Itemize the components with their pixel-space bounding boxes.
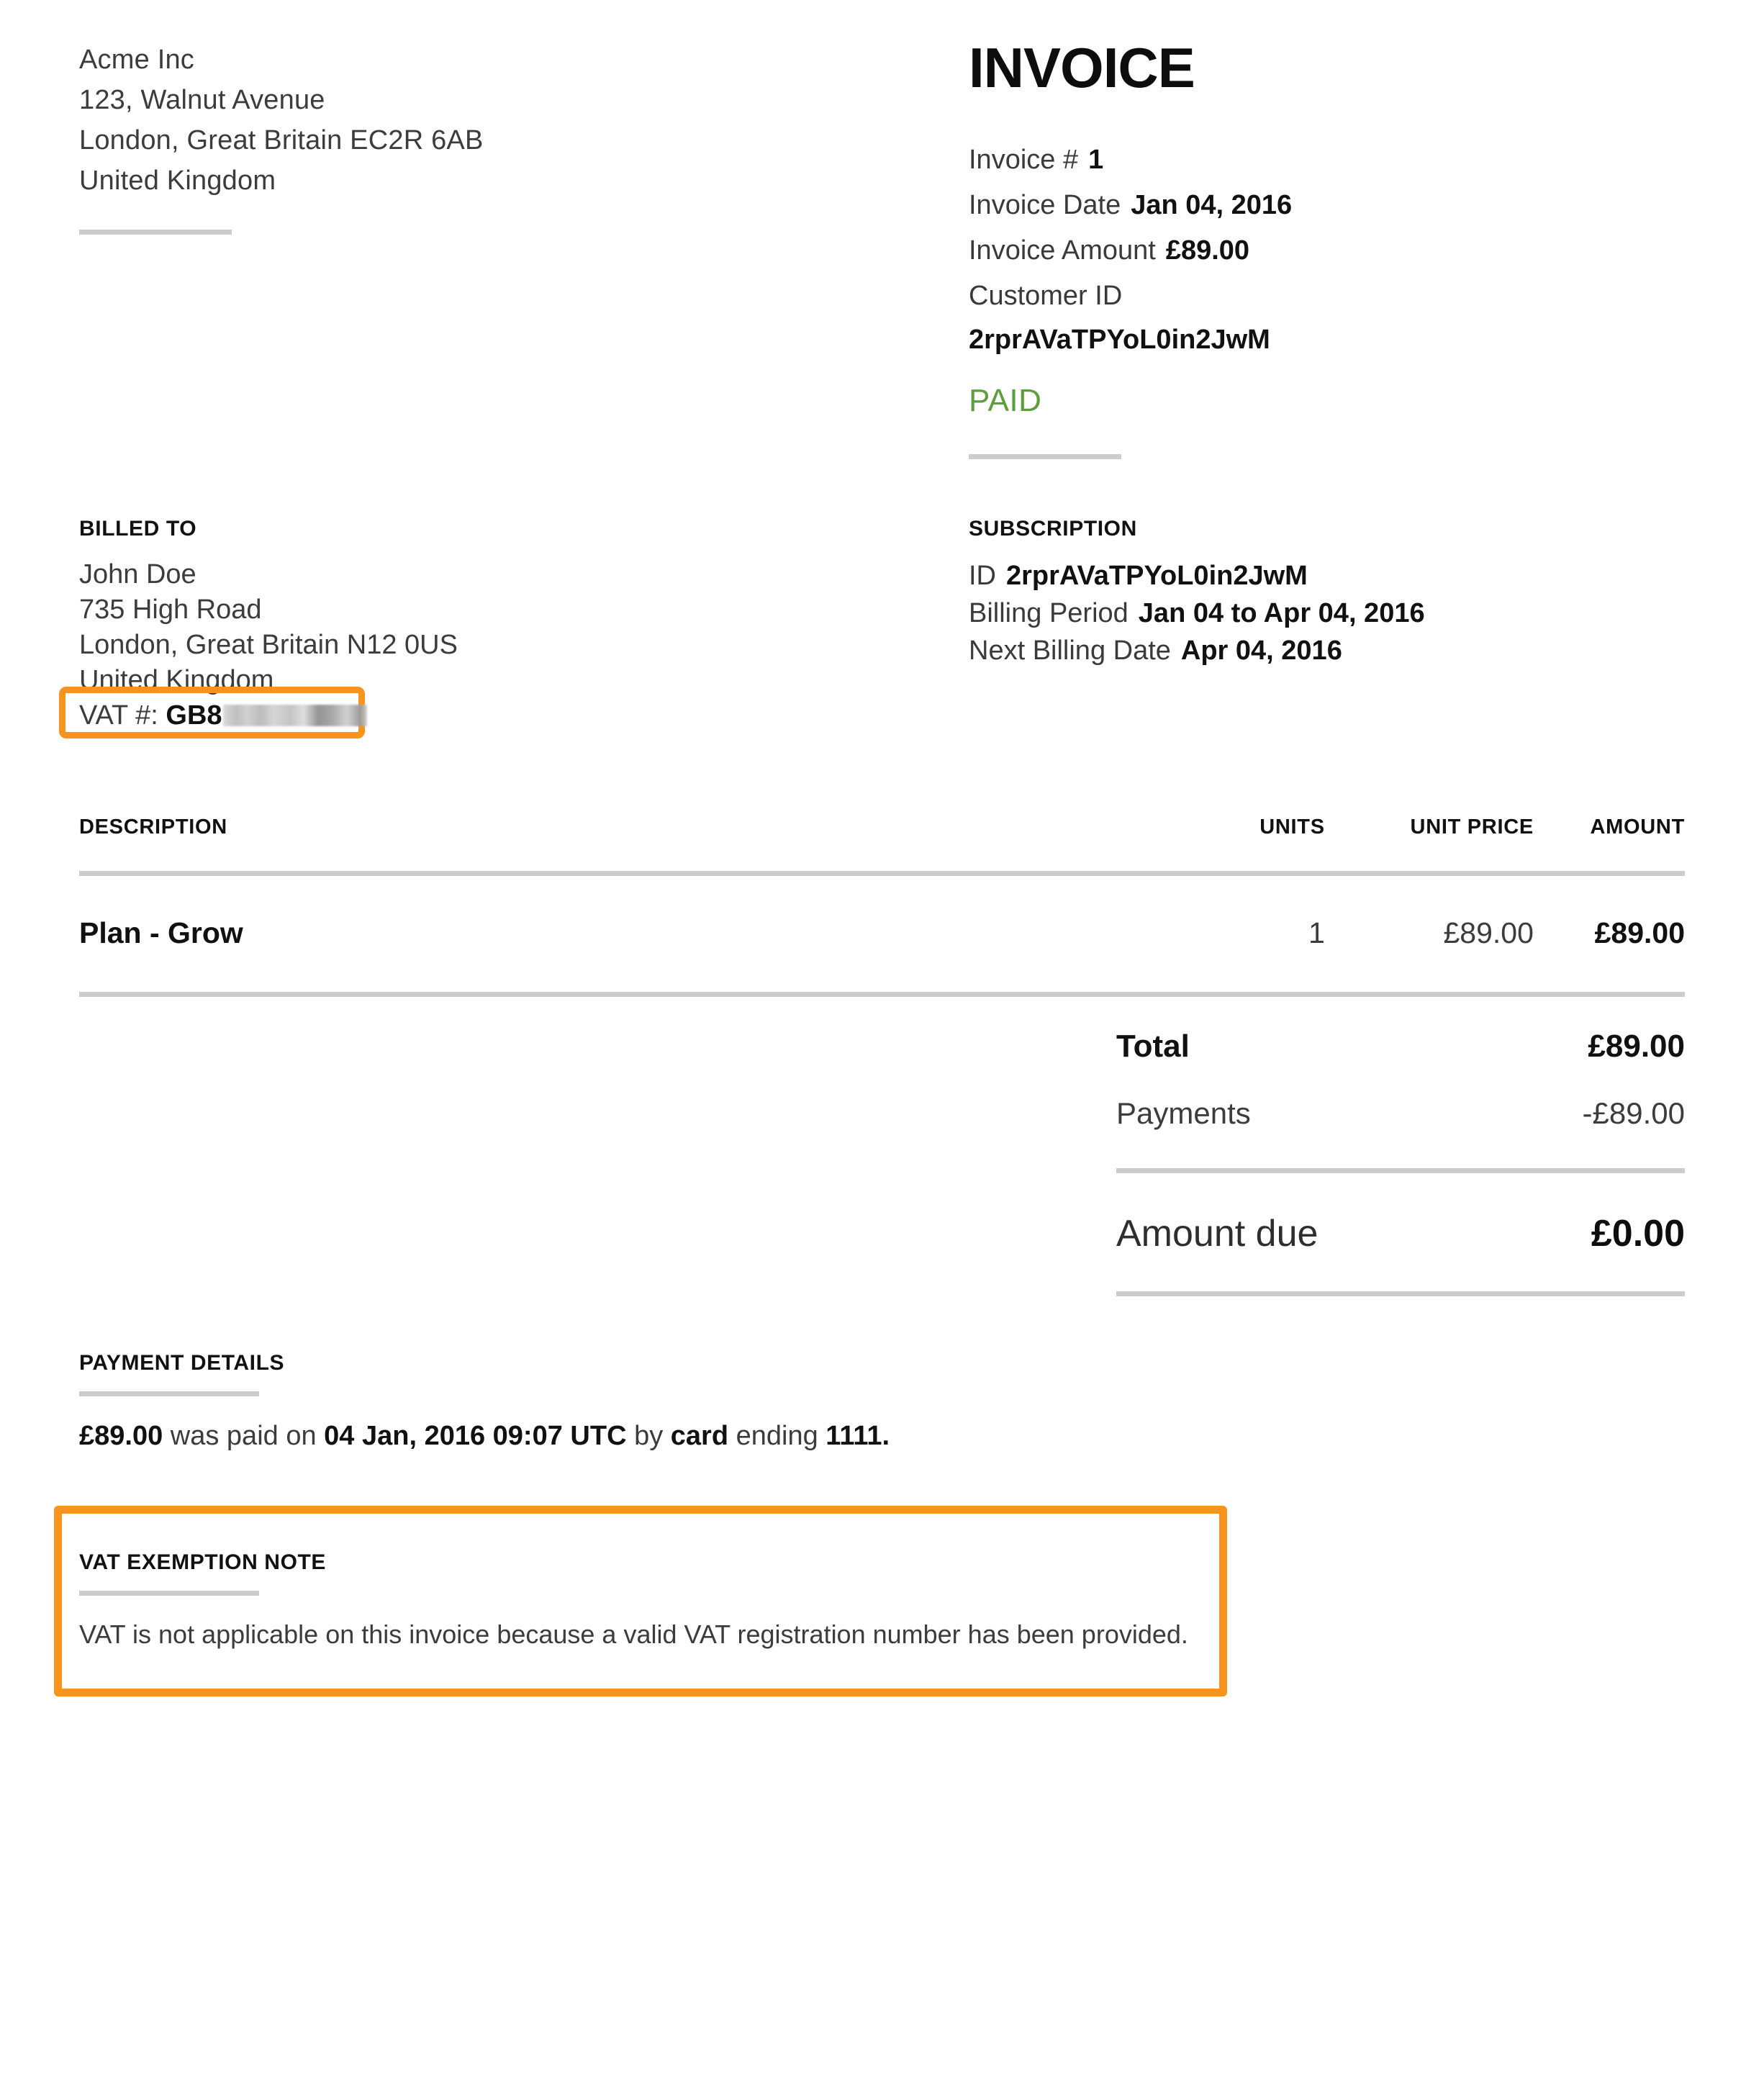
amount-due-divider xyxy=(1116,1291,1685,1296)
billing-period-value: Jan 04 to Apr 04, 2016 xyxy=(1138,598,1425,628)
total-label: Total xyxy=(1116,1029,1190,1064)
payments-row: Payments -£89.00 xyxy=(1116,1096,1685,1131)
totals-section: Total £89.00 Payments -£89.00 Amount due… xyxy=(0,1029,1764,1296)
meta-divider xyxy=(969,454,1121,459)
subscription-id-row: ID 2rprAVaTPYoL0in2JwM xyxy=(969,557,1685,595)
column-header-amount: AMOUNT xyxy=(1590,815,1685,839)
next-billing-label: Next Billing Date xyxy=(969,636,1171,666)
vat-note-body: VAT is not applicable on this invoice be… xyxy=(79,1619,1188,1649)
payment-text-1: was paid on xyxy=(163,1421,325,1451)
total-row: Total £89.00 xyxy=(1116,1029,1685,1065)
invoice-date-label: Invoice Date xyxy=(969,190,1121,220)
table-body-divider xyxy=(79,992,1685,997)
sender-block: Acme Inc 123, Walnut Avenue London, Grea… xyxy=(79,40,871,459)
vat-number-label: VAT #: xyxy=(79,700,158,731)
payment-datetime: 04 Jan, 2016 09:07 UTC xyxy=(324,1421,627,1451)
payments-label: Payments xyxy=(1116,1096,1251,1130)
payment-text-3: ending xyxy=(728,1421,826,1451)
invoice-amount-value: £89.00 xyxy=(1165,235,1250,266)
billing-period-row: Billing Period Jan 04 to Apr 04, 2016 xyxy=(969,595,1685,632)
invoice-number-value: 1 xyxy=(1088,145,1104,175)
column-header-description: DESCRIPTION xyxy=(79,815,227,839)
payment-card-last4: 1111. xyxy=(826,1421,890,1451)
subscription-id-value: 2rprAVaTPYoL0in2JwM xyxy=(1006,561,1308,591)
vat-number-redaction xyxy=(222,705,367,726)
payment-text-2: by xyxy=(626,1421,671,1451)
payment-method: card xyxy=(670,1421,729,1451)
vat-exemption-section: VAT EXEMPTION NOTE VAT is not applicable… xyxy=(0,1506,1764,1696)
totals-divider xyxy=(1116,1168,1685,1173)
vat-note-content: VAT EXEMPTION NOTE VAT is not applicable… xyxy=(79,1506,1685,1652)
amount-due-label: Amount due xyxy=(1116,1213,1319,1255)
table-row: Plan - Grow 1 £89.00 £89.00 xyxy=(79,876,1685,992)
next-billing-row: Next Billing Date Apr 04, 2016 xyxy=(969,632,1685,669)
billed-to-line-4: United Kingdom xyxy=(79,665,274,695)
item-units: 1 xyxy=(1308,916,1325,949)
invoice-date-row: Invoice Date Jan 04, 2016 xyxy=(969,183,1685,228)
sender-line-3: London, Great Britain EC2R 6AB xyxy=(79,125,484,155)
item-unit-price: £89.00 xyxy=(1443,916,1534,949)
payment-details-section: PAYMENT DETAILS £89.00 was paid on 04 Ja… xyxy=(0,1351,1764,1454)
payment-details-text: £89.00 was paid on 04 Jan, 2016 09:07 UT… xyxy=(79,1418,1685,1454)
billed-to-line-1: John Doe xyxy=(79,559,196,589)
column-header-unit-price: UNIT PRICE xyxy=(1410,815,1534,839)
invoice-number-row: Invoice # 1 xyxy=(969,137,1685,183)
status-badge: PAID xyxy=(969,383,1042,418)
invoice-header: Acme Inc 123, Walnut Avenue London, Grea… xyxy=(0,0,1764,459)
invoice-number-label: Invoice # xyxy=(969,145,1079,175)
payment-amount: £89.00 xyxy=(79,1421,163,1451)
sender-line-1: Acme Inc xyxy=(79,45,194,75)
invoice-amount-row: Invoice Amount £89.00 xyxy=(969,228,1685,274)
vat-number-value: GB8 xyxy=(166,700,222,731)
sender-line-4: United Kingdom xyxy=(79,166,276,196)
invoice-amount-label: Invoice Amount xyxy=(969,235,1156,266)
table-header-divider xyxy=(79,871,1685,876)
item-description: Plan - Grow xyxy=(79,916,243,949)
line-items-body: Plan - Grow 1 £89.00 £89.00 xyxy=(79,876,1685,992)
item-amount: £89.00 xyxy=(1594,916,1685,949)
table-header-row: DESCRIPTION UNITS UNIT PRICE AMOUNT xyxy=(79,782,1685,871)
sender-line-2: 123, Walnut Avenue xyxy=(79,85,325,115)
invoice-date-value: Jan 04, 2016 xyxy=(1131,190,1293,220)
invoice-page: Acme Inc 123, Walnut Avenue London, Grea… xyxy=(0,0,1764,2083)
subscription-id-label: ID xyxy=(969,561,996,591)
customer-id-label: Customer ID xyxy=(969,281,1123,311)
parties-section: BILLED TO John Doe 735 High Road London,… xyxy=(0,517,1764,738)
invoice-meta-block: INVOICE Invoice #1 Invoice Date Jan 04, 2… xyxy=(965,40,1685,459)
payments-value: -£89.00 xyxy=(1582,1096,1685,1130)
amount-due-value: £0.00 xyxy=(1591,1213,1685,1255)
vat-note-heading: VAT EXEMPTION NOTE xyxy=(79,1550,327,1574)
sender-divider xyxy=(79,230,232,235)
payment-details-divider xyxy=(79,1391,259,1396)
column-header-units: UNITS xyxy=(1259,815,1325,839)
billed-to-block: BILLED TO John Doe 735 High Road London,… xyxy=(59,517,871,738)
subscription-heading: SUBSCRIPTION xyxy=(969,517,1137,541)
payment-details-heading: PAYMENT DETAILS xyxy=(79,1351,285,1375)
billed-to-line-2: 735 High Road xyxy=(79,595,262,625)
vat-note-divider xyxy=(79,1591,259,1596)
customer-id-label-row: Customer ID xyxy=(969,274,1685,319)
next-billing-value: Apr 04, 2016 xyxy=(1180,636,1342,666)
subscription-block: SUBSCRIPTION ID 2rprAVaTPYoL0in2JwM Billi… xyxy=(965,517,1685,733)
billed-to-heading: BILLED TO xyxy=(79,517,197,541)
page-title: INVOICE xyxy=(969,36,1195,99)
line-items-table: DESCRIPTION UNITS UNIT PRICE AMOUNT xyxy=(79,782,1685,871)
customer-id-value: 2rprAVaTPYoL0in2JwM xyxy=(969,325,1270,355)
amount-due-row: Amount due £0.00 xyxy=(1116,1212,1685,1255)
line-items-section: DESCRIPTION UNITS UNIT PRICE AMOUNT Plan… xyxy=(0,782,1764,997)
billing-period-label: Billing Period xyxy=(969,598,1128,628)
total-value: £89.00 xyxy=(1588,1029,1685,1064)
vat-number-line: VAT #: GB8 xyxy=(79,698,871,733)
billed-to-line-3: London, Great Britain N12 0US xyxy=(79,630,458,660)
totals-inner: Total £89.00 Payments -£89.00 Amount due… xyxy=(1116,1029,1685,1296)
